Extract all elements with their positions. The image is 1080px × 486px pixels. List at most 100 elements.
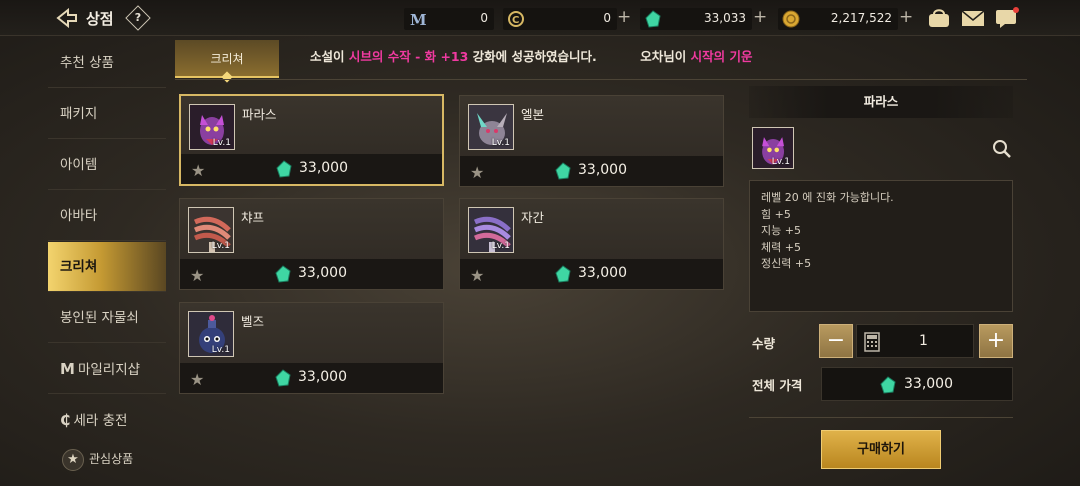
green-gem-icon: [275, 265, 291, 283]
calculator-icon[interactable]: [864, 332, 880, 352]
level-label: Lv.1: [491, 241, 510, 251]
level-label: Lv.1: [211, 241, 230, 251]
creature-portrait: Lv.1: [468, 207, 514, 253]
back-arrow-icon[interactable]: [54, 8, 78, 28]
product-card-elbon[interactable]: Lv.1 엘본 ★ 33,000: [459, 95, 724, 187]
green-gem-icon: [275, 369, 291, 387]
sidebar-item-avatar[interactable]: 아바타: [48, 191, 166, 241]
green-gem-icon: [276, 160, 292, 178]
product-name: 파라스: [242, 107, 277, 122]
green-gem-icon: [645, 10, 661, 28]
star-icon: ★: [62, 448, 84, 471]
favorite-star-icon[interactable]: ★: [191, 161, 205, 180]
description-line: 체력 +5: [761, 240, 801, 254]
sidebar-item-label: 마일리지샵: [77, 362, 141, 378]
svg-text:C: C: [512, 15, 519, 26]
favorite-star-icon[interactable]: ★: [190, 266, 204, 285]
sera-coin-icon: C: [508, 11, 524, 27]
marquee-highlight: 시브의 수작 - 화 +13: [348, 49, 469, 64]
buy-button[interactable]: 구매하기: [821, 430, 941, 469]
sidebar-item-sera-charge[interactable]: ₵ 세라 충전: [48, 395, 166, 445]
mileage-value: 0: [480, 11, 488, 25]
description-line: 정신력 +5: [761, 257, 812, 270]
top-bar: 상점 ? M 0 C 0 + 33,033 + 2,217,522 +: [0, 0, 1080, 36]
product-card-belz[interactable]: Lv.1 벨즈 ★ 33,000: [179, 302, 444, 394]
creature-portrait: Lv.1: [188, 311, 234, 357]
total-price-value: 33,000: [904, 376, 953, 392]
creature-portrait: Lv.1: [189, 104, 235, 150]
marquee-text: 오차님이: [596, 49, 691, 64]
product-name: 챠프: [241, 210, 265, 225]
sidebar-item-package[interactable]: 패키지: [48, 89, 166, 139]
quantity-increase-button[interactable]: +: [979, 324, 1013, 358]
mileage-balance: M 0: [404, 8, 494, 30]
product-price: 33,000: [578, 162, 627, 178]
total-price-label: 전체 가격: [752, 378, 803, 393]
gold-balance: 2,217,522: [778, 8, 898, 30]
sera-balance: C 0: [503, 8, 617, 30]
price-bar: ★ 33,000: [181, 154, 442, 184]
favorite-star-icon[interactable]: ★: [470, 266, 484, 285]
marquee-text: 강화에 성공하였습니다.: [468, 49, 597, 64]
quantity-field[interactable]: 1: [856, 324, 974, 358]
mileage-m-icon: M: [410, 11, 426, 28]
total-price-field: 33,000: [821, 367, 1013, 401]
help-icon[interactable]: ?: [125, 5, 151, 31]
green-gem-icon: [880, 376, 896, 394]
sidebar-item-mileage-shop[interactable]: M 마일리지샵: [48, 344, 166, 394]
magnifier-icon[interactable]: [992, 139, 1012, 159]
green-gem-icon: [555, 265, 571, 283]
favorites-button[interactable]: ★ 관심상품: [48, 444, 133, 474]
price-bar: ★ 33,000: [180, 363, 443, 393]
detail-divider: [749, 417, 1013, 418]
quantity-decrease-button[interactable]: −: [819, 324, 853, 358]
favorites-label: 관심상품: [89, 452, 134, 466]
product-price: 33,000: [299, 160, 348, 176]
category-sidebar: 추천 상품 패키지 아이템 아바타 크리쳐 봉인된 자물쇠 M 마일리지샵 ₵ 세라…: [48, 38, 166, 486]
gold-value: 2,217,522: [830, 11, 892, 25]
marquee-text: 소설이: [310, 49, 349, 64]
tab-divider: [175, 79, 1027, 80]
price-bar: ★ 33,000: [460, 259, 723, 289]
product-card-chaf[interactable]: Lv.1 챠프 ★ 33,000: [179, 198, 444, 290]
sidebar-item-creature[interactable]: 크리쳐: [48, 242, 166, 292]
mileage-m-icon: M: [60, 360, 75, 378]
level-label: Lv.1: [491, 138, 510, 148]
shop-title: 상점: [86, 10, 114, 28]
creature-portrait: Lv.1: [468, 104, 514, 150]
sidebar-item-label: 세라 충전: [73, 413, 128, 429]
creature-description: 레벨 20 에 진화 가능합니다. 힘 +5 지능 +5 체력 +5 정신력 +…: [749, 180, 1013, 312]
quantity-label: 수량: [752, 336, 776, 351]
product-name: 자간: [521, 210, 545, 225]
price-bar: ★ 33,000: [460, 156, 723, 186]
favorite-star-icon[interactable]: ★: [470, 163, 484, 182]
detail-portrait: Lv.1: [752, 127, 794, 169]
description-line: 지능 +5: [761, 224, 801, 237]
chat-icon[interactable]: [995, 7, 1019, 29]
product-card-paras[interactable]: Lv.1 파라스 ★ 33,000: [179, 94, 444, 186]
description-line: 힘 +5: [761, 207, 791, 221]
announcement-marquee: 소설이 시브의 수작 - 화 +13 강화에 성공하였습니다. 오차님이 시작의…: [310, 44, 770, 70]
product-price: 33,000: [298, 369, 347, 385]
gem-value: 33,033: [704, 11, 746, 25]
sidebar-item-recommended[interactable]: 추천 상품: [48, 38, 166, 88]
sera-value: 0: [603, 11, 611, 25]
sidebar-item-sealed-lock[interactable]: 봉인된 자물쇠: [48, 293, 166, 343]
level-label: Lv.1: [771, 157, 790, 167]
gem-balance: 33,033: [640, 8, 752, 30]
product-name: 벨즈: [241, 314, 265, 329]
description-line: 레벨 20 에 진화 가능합니다.: [761, 191, 894, 204]
favorite-star-icon[interactable]: ★: [190, 370, 204, 389]
gold-add-button[interactable]: +: [899, 7, 913, 27]
price-bar: ★ 33,000: [180, 259, 443, 289]
svg-text:M: M: [410, 11, 426, 28]
product-price: 33,000: [578, 265, 627, 281]
sera-add-button[interactable]: +: [617, 7, 631, 27]
gem-add-button[interactable]: +: [753, 7, 767, 27]
mail-icon[interactable]: [961, 7, 985, 29]
product-card-jagan[interactable]: Lv.1 자간 ★ 33,000: [459, 198, 724, 290]
level-label: Lv.1: [212, 138, 231, 148]
green-gem-icon: [555, 162, 571, 180]
bag-icon[interactable]: [927, 7, 951, 29]
sidebar-item-items[interactable]: 아이템: [48, 140, 166, 190]
